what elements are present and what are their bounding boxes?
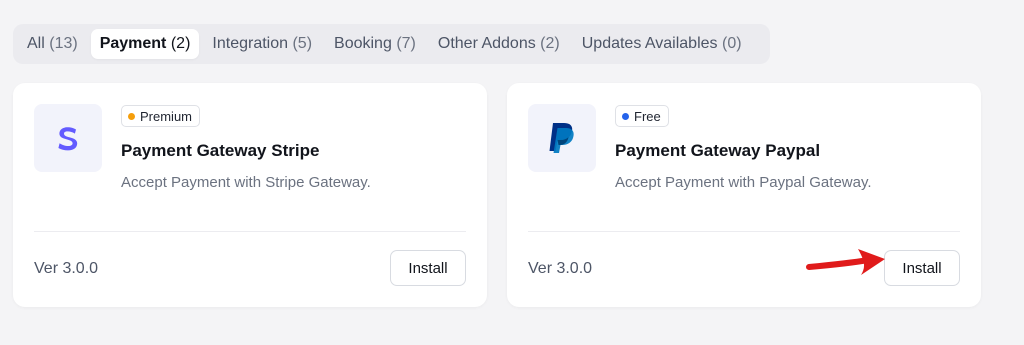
install-button[interactable]: Install: [390, 250, 466, 286]
tab-updates-availables[interactable]: Updates Availables (0): [573, 29, 751, 59]
badge-label: Free: [634, 108, 661, 124]
tab-label: Payment: [99, 35, 167, 52]
tab-all[interactable]: All (13): [18, 29, 87, 59]
addon-card-paypal: Free Payment Gateway Paypal Accept Payme…: [507, 83, 981, 307]
addon-version: Ver 3.0.0: [34, 260, 99, 277]
tab-label: Updates Availables: [581, 35, 718, 52]
tab-count: (2): [170, 35, 191, 52]
addon-filter-tabs: All (13) Payment (2) Integration (5) Boo…: [13, 24, 770, 64]
tab-booking[interactable]: Booking (7): [325, 29, 425, 59]
tab-count: (7): [396, 35, 416, 52]
free-badge: Free: [615, 105, 669, 127]
red-arrow-icon: [806, 249, 885, 275]
addon-title: Payment Gateway Stripe: [121, 141, 320, 160]
tab-other-addons[interactable]: Other Addons (2): [429, 29, 569, 59]
tab-count: (13): [49, 35, 78, 52]
tab-count: (5): [292, 35, 313, 52]
card-divider: [528, 231, 960, 232]
card-divider: [34, 231, 466, 232]
tab-label: All: [27, 35, 45, 52]
addon-description: Accept Payment with Paypal Gateway.: [615, 174, 872, 191]
addons-page: All (13) Payment (2) Integration (5) Boo…: [0, 0, 1024, 345]
tab-count: (2): [540, 35, 560, 52]
tab-integration[interactable]: Integration (5): [203, 29, 321, 59]
tab-label: Booking: [334, 35, 392, 52]
premium-badge: Premium: [121, 105, 201, 127]
tab-count: (0): [721, 35, 742, 52]
addon-card-stripe: Premium Payment Gateway Stripe Accept Pa…: [13, 83, 487, 307]
addon-version: Ver 3.0.0: [528, 260, 593, 277]
tab-label: Other Addons: [437, 35, 536, 52]
addon-description: Accept Payment with Stripe Gateway.: [121, 174, 371, 191]
stripe-logo-icon: [34, 104, 102, 172]
tab-label: Integration: [212, 35, 289, 52]
tab-payment[interactable]: Payment (2): [90, 29, 200, 59]
addon-title: Payment Gateway Paypal: [615, 141, 821, 160]
install-button[interactable]: Install: [884, 250, 960, 286]
badge-dot-icon: [622, 112, 629, 120]
badge-label: Premium: [140, 108, 193, 124]
paypal-logo-icon: [528, 104, 596, 172]
badge-dot-icon: [128, 112, 135, 120]
